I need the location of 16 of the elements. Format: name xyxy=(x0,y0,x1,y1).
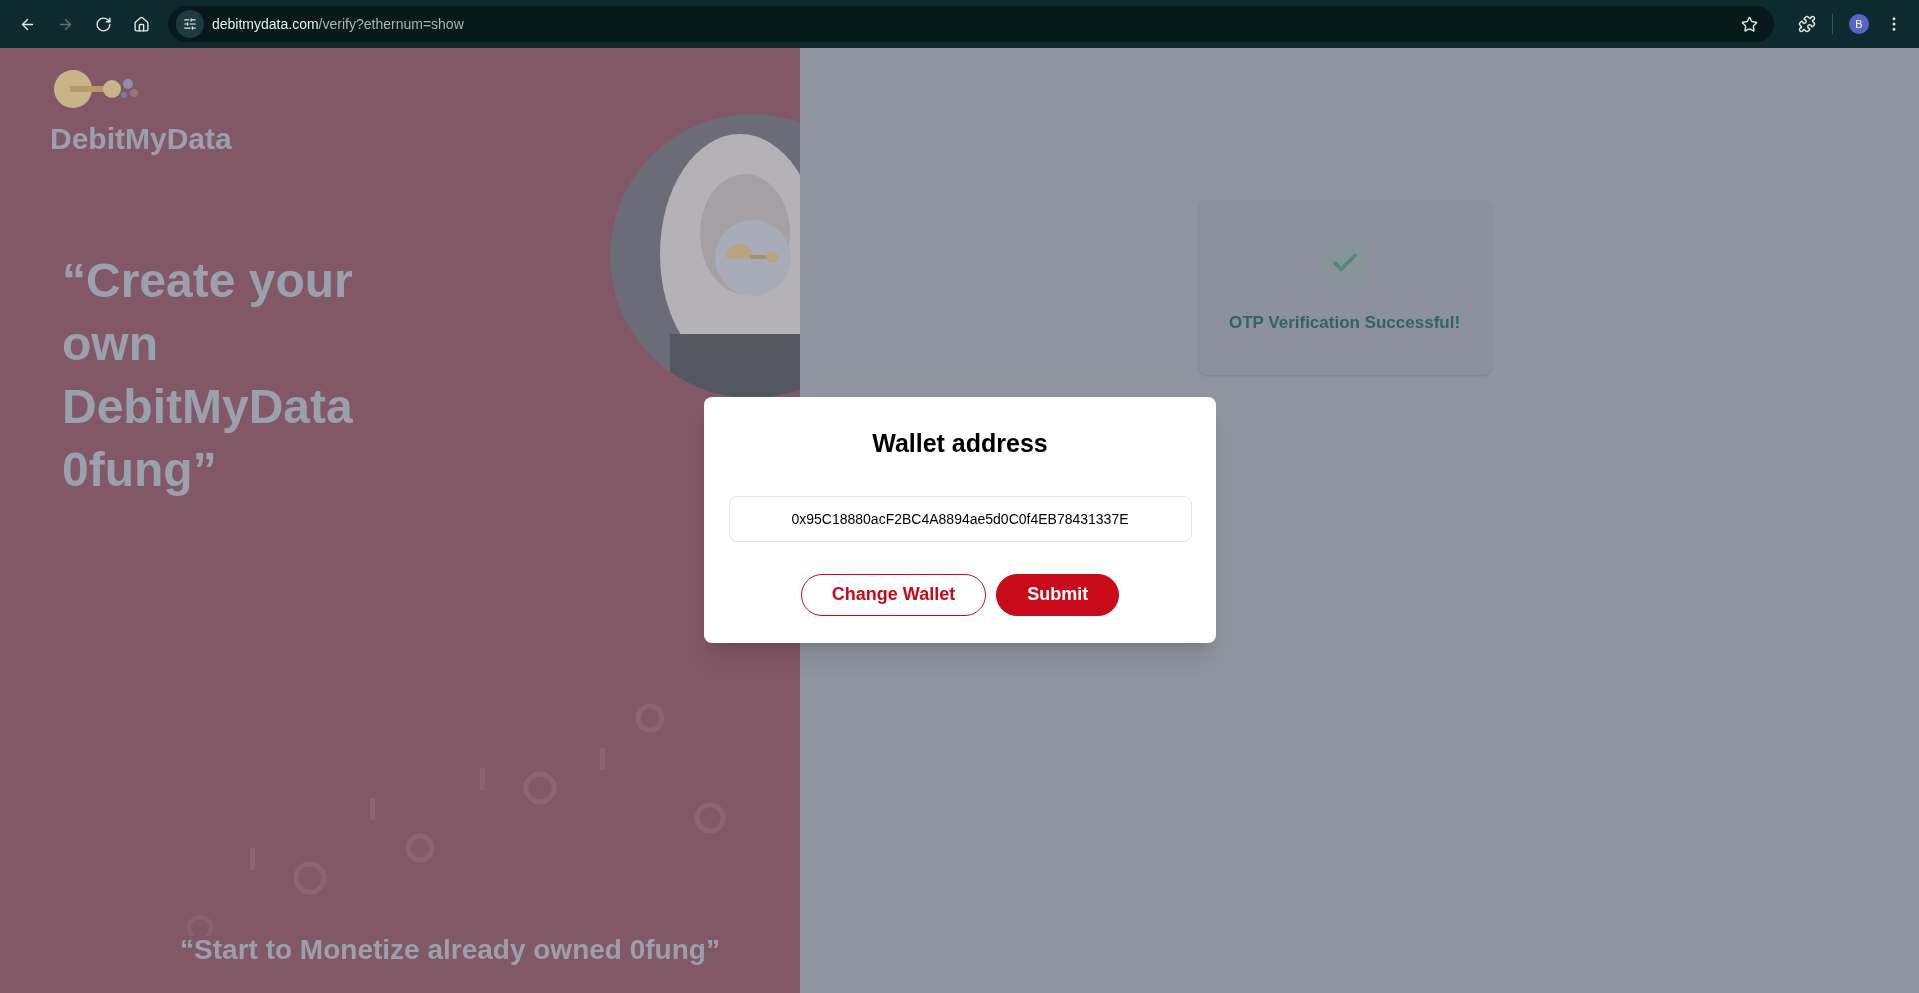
wallet-address-field[interactable]: 0x95C18880acF2BC4A8894ae5d0C0f4EB78431337E xyxy=(728,495,1192,542)
submit-button[interactable]: Submit xyxy=(996,573,1120,616)
dialog-title: Wallet address xyxy=(872,428,1048,459)
brand-name: DebitMyData xyxy=(50,121,233,157)
url-text: debitmydata.com/verify?ethernum=show xyxy=(212,14,464,34)
bookmark-star-icon[interactable] xyxy=(1741,15,1758,33)
tagline: “Start to Monetize already owned 0fung” xyxy=(180,933,720,967)
site-info-icon[interactable] xyxy=(176,10,204,38)
address-bar[interactable]: debitmydata.com/verify?ethernum=show xyxy=(168,6,1774,42)
reload-icon[interactable] xyxy=(94,15,112,33)
change-wallet-button[interactable]: Change Wallet xyxy=(800,573,987,616)
profile-avatar[interactable]: B xyxy=(1849,14,1869,34)
home-icon[interactable] xyxy=(132,15,150,33)
status-message: OTP Verification Successful! xyxy=(1228,312,1461,334)
extensions-icon[interactable] xyxy=(1798,15,1816,33)
hero-quote: “Create your own DebitMyData 0fung” xyxy=(62,253,354,498)
